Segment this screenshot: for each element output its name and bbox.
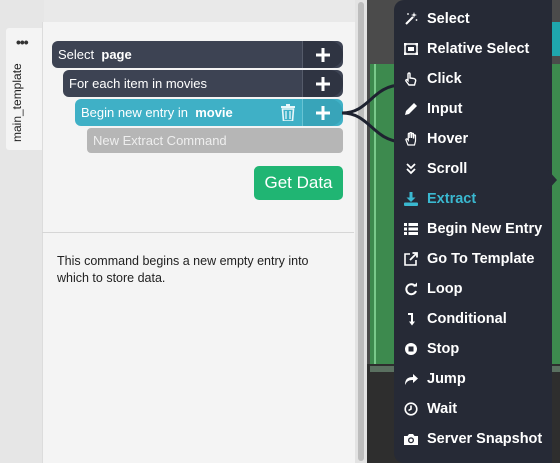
command-prefix: Select <box>58 47 95 62</box>
list-icon <box>404 222 418 236</box>
menu-item-conditional[interactable]: Conditional <box>404 304 552 334</box>
menu-item-extract[interactable]: Extract <box>404 184 552 214</box>
menu-item-label: Begin New Entry <box>427 221 543 237</box>
menu-item-go-to-template[interactable]: Go To Template <box>404 244 552 274</box>
menu-item-select[interactable]: Select <box>404 4 552 34</box>
clock-icon <box>404 402 418 416</box>
template-tab-label[interactable]: main_template <box>10 62 28 142</box>
pencil-icon <box>404 102 418 116</box>
menu-item-input[interactable]: Input <box>404 94 552 124</box>
command-keyword: page <box>101 47 132 62</box>
loop-icon <box>404 282 418 296</box>
menu-item-click[interactable]: Click <box>404 64 552 94</box>
more-options-icon[interactable]: ••• <box>16 35 29 49</box>
menu-item-server-snapshot[interactable]: Server Snapshot <box>404 424 552 454</box>
menu-item-begin-new-entry[interactable]: Begin New Entry <box>404 214 552 244</box>
menu-item-label: Extract <box>427 191 477 207</box>
stop-circle-icon <box>404 342 418 356</box>
plus-icon <box>316 105 330 120</box>
command-prefix: Begin new entry in <box>81 105 188 120</box>
menu-item-label: Scroll <box>427 161 468 177</box>
new-command-placeholder: New Extract Command <box>93 133 227 148</box>
menu-item-jump[interactable]: Jump <box>404 364 552 394</box>
menu-item-label: Conditional <box>427 311 507 327</box>
magic-wand-icon <box>404 12 418 26</box>
menu-item-label: Input <box>427 101 463 117</box>
menu-item-label: Server Snapshot <box>427 431 543 447</box>
menu-item-label: Loop <box>427 281 463 297</box>
menu-item-label: Hover <box>427 131 469 147</box>
plus-icon <box>316 47 330 62</box>
plus-icon <box>316 76 330 91</box>
command-for-each[interactable]: For each item in movies <box>63 70 343 97</box>
command-begin-new-entry[interactable]: Begin new entry in movie <box>75 99 343 126</box>
menu-item-label: Click <box>427 71 462 87</box>
menu-item-hover[interactable]: Hover <box>404 124 552 154</box>
menu-item-label: Go To Template <box>427 251 535 267</box>
trash-icon[interactable] <box>281 104 295 121</box>
pointer-hand-icon <box>404 72 418 86</box>
share-arrow-icon <box>404 372 418 386</box>
command-keyword: movie <box>195 105 233 120</box>
menu-item-label: Stop <box>427 341 460 357</box>
hover-hand-icon <box>404 132 418 146</box>
menu-item-stop[interactable]: Stop <box>404 334 552 364</box>
command-description: This command begins a new empty entry in… <box>57 254 309 285</box>
new-extract-command[interactable]: New Extract Command <box>87 128 343 153</box>
command-select-page[interactable]: Select page <box>52 41 343 68</box>
menu-item-label: Jump <box>427 371 466 387</box>
menu-item-scroll[interactable]: Scroll <box>404 154 552 184</box>
menu-item-wait[interactable]: Wait <box>404 394 552 424</box>
conditional-arrow-icon <box>404 312 418 326</box>
camera-icon <box>404 432 418 446</box>
external-link-icon <box>404 252 418 266</box>
command-prefix: For each item in movies <box>69 76 207 91</box>
add-command-button[interactable] <box>302 41 343 68</box>
menu-item-label: Relative Select <box>427 41 530 57</box>
menu-item-label: Wait <box>427 401 458 417</box>
download-icon <box>404 192 418 206</box>
menu-item-label: Select <box>427 11 470 27</box>
relative-select-icon <box>404 42 418 56</box>
panel-divider <box>42 232 354 233</box>
get-data-button[interactable]: Get Data <box>254 166 343 200</box>
scrollbar-thumb[interactable] <box>358 2 364 461</box>
menu-item-relative-select[interactable]: Relative Select <box>404 34 552 64</box>
menu-item-loop[interactable]: Loop <box>404 274 552 304</box>
double-chevron-down-icon <box>404 162 418 176</box>
